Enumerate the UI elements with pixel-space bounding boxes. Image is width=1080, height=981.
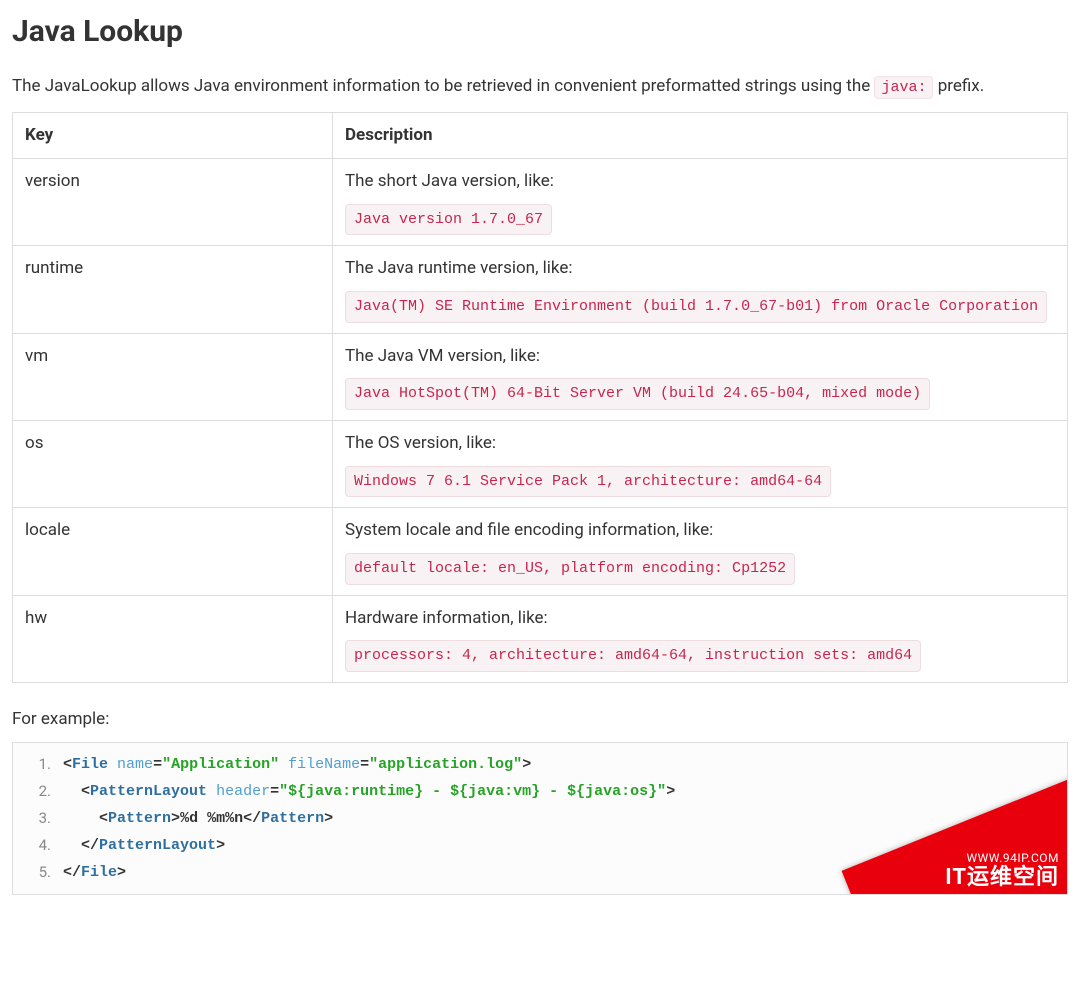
code-line: <PatternLayout header="${java:runtime} -…	[63, 778, 1057, 805]
page-title: Java Lookup	[12, 10, 1068, 54]
code-line: <File name="Application" fileName="appli…	[63, 751, 1057, 778]
table-row: hw Hardware information, like: processors:…	[13, 595, 1068, 682]
code-token: File	[81, 864, 117, 881]
code-token: =	[360, 756, 369, 773]
cell-key: locale	[13, 508, 333, 595]
cell-desc: The Java VM version, like: Java HotSpot(T…	[333, 333, 1068, 420]
table-row: runtime The Java runtime version, like: Ja…	[13, 246, 1068, 333]
cell-desc: The Java runtime version, like: Java(TM) …	[333, 246, 1068, 333]
code-token: >	[324, 810, 333, 827]
code-token: >	[171, 810, 180, 827]
cell-code: Java version 1.7.0_67	[345, 204, 552, 236]
code-token: header	[216, 783, 270, 800]
cell-key: vm	[13, 333, 333, 420]
code-token: <	[63, 756, 72, 773]
lookup-table: Key Description versionThe short Java ve…	[12, 112, 1068, 683]
code-token: PatternLayout	[90, 783, 207, 800]
table-row: locale System locale and file encoding in…	[13, 508, 1068, 595]
cell-code: processors: 4, architecture: amd64-64, i…	[345, 640, 921, 672]
table-row: version The short Java version, like: Java…	[13, 158, 1068, 245]
cell-code: Java(TM) SE Runtime Environment (build 1…	[345, 291, 1047, 323]
code-token: </	[81, 837, 99, 854]
code-token: <	[99, 810, 108, 827]
intro-paragraph: The JavaLookup allows Java environment i…	[12, 74, 1068, 99]
intro-text-prefix: The JavaLookup allows Java environment i…	[12, 76, 874, 96]
cell-desc-text: The short Java version, like:	[345, 169, 1055, 194]
cell-code: Java HotSpot(TM) 64-Bit Server VM (build…	[345, 378, 930, 410]
code-token: %d %m%n	[180, 810, 243, 827]
cell-key: os	[13, 421, 333, 508]
cell-desc: System locale and file encoding informat…	[333, 508, 1068, 595]
code-token: Pattern	[261, 810, 324, 827]
code-token	[279, 756, 288, 773]
watermark-main: IT运维空间	[945, 865, 1059, 891]
code-token	[207, 783, 216, 800]
cell-desc: The OS version, like: Windows 7 6.1 Servi…	[333, 421, 1068, 508]
code-token: Pattern	[108, 810, 171, 827]
for-example-label: For example:	[12, 707, 1068, 732]
code-line: <Pattern>%d %m%n</Pattern>	[63, 805, 1057, 832]
code-token	[108, 756, 117, 773]
table-row: vm The Java VM version, like: Java HotSpot…	[13, 333, 1068, 420]
code-token	[63, 837, 81, 854]
inline-code-java-prefix: java:	[874, 76, 933, 99]
code-token: =	[270, 783, 279, 800]
code-token: fileName	[288, 756, 360, 773]
code-token: "${java:runtime} - ${java:vm} - ${java:o…	[279, 783, 666, 800]
code-token: File	[72, 756, 108, 773]
code-token: =	[153, 756, 162, 773]
code-token: >	[666, 783, 675, 800]
code-token	[63, 810, 99, 827]
watermark-url: WWW.94IP.COM	[945, 851, 1059, 865]
code-token: >	[522, 756, 531, 773]
cell-key: version	[13, 158, 333, 245]
code-token: "application.log"	[369, 756, 522, 773]
col-header-desc: Description	[333, 113, 1068, 159]
cell-key: runtime	[13, 246, 333, 333]
code-token: <	[81, 783, 90, 800]
cell-desc: Hardware information, like: processors: 4…	[333, 595, 1068, 682]
intro-text-suffix: prefix.	[938, 76, 985, 96]
cell-code: default locale: en_US, platform encoding…	[345, 553, 795, 585]
code-token: >	[216, 837, 225, 854]
cell-desc: The short Java version, like: Java versio…	[333, 158, 1068, 245]
code-token: </	[243, 810, 261, 827]
code-token: </	[63, 864, 81, 881]
code-example-block: <File name="Application" fileName="appli…	[12, 742, 1068, 895]
watermark-text: WWW.94IP.COM IT运维空间	[945, 851, 1059, 892]
code-token: PatternLayout	[99, 837, 216, 854]
code-token: "Application"	[162, 756, 279, 773]
cell-desc-text: The Java runtime version, like:	[345, 256, 1055, 281]
code-token: name	[117, 756, 153, 773]
cell-key: hw	[13, 595, 333, 682]
col-header-key: Key	[13, 113, 333, 159]
cell-desc-text: The OS version, like:	[345, 431, 1055, 456]
cell-desc-text: System locale and file encoding informat…	[345, 518, 1055, 543]
code-token: >	[117, 864, 126, 881]
cell-desc-text: The Java VM version, like:	[345, 344, 1055, 369]
table-row: os The OS version, like: Windows 7 6.1 Ser…	[13, 421, 1068, 508]
code-token	[63, 783, 81, 800]
cell-code: Windows 7 6.1 Service Pack 1, architectu…	[345, 466, 831, 498]
cell-desc-text: Hardware information, like:	[345, 606, 1055, 631]
